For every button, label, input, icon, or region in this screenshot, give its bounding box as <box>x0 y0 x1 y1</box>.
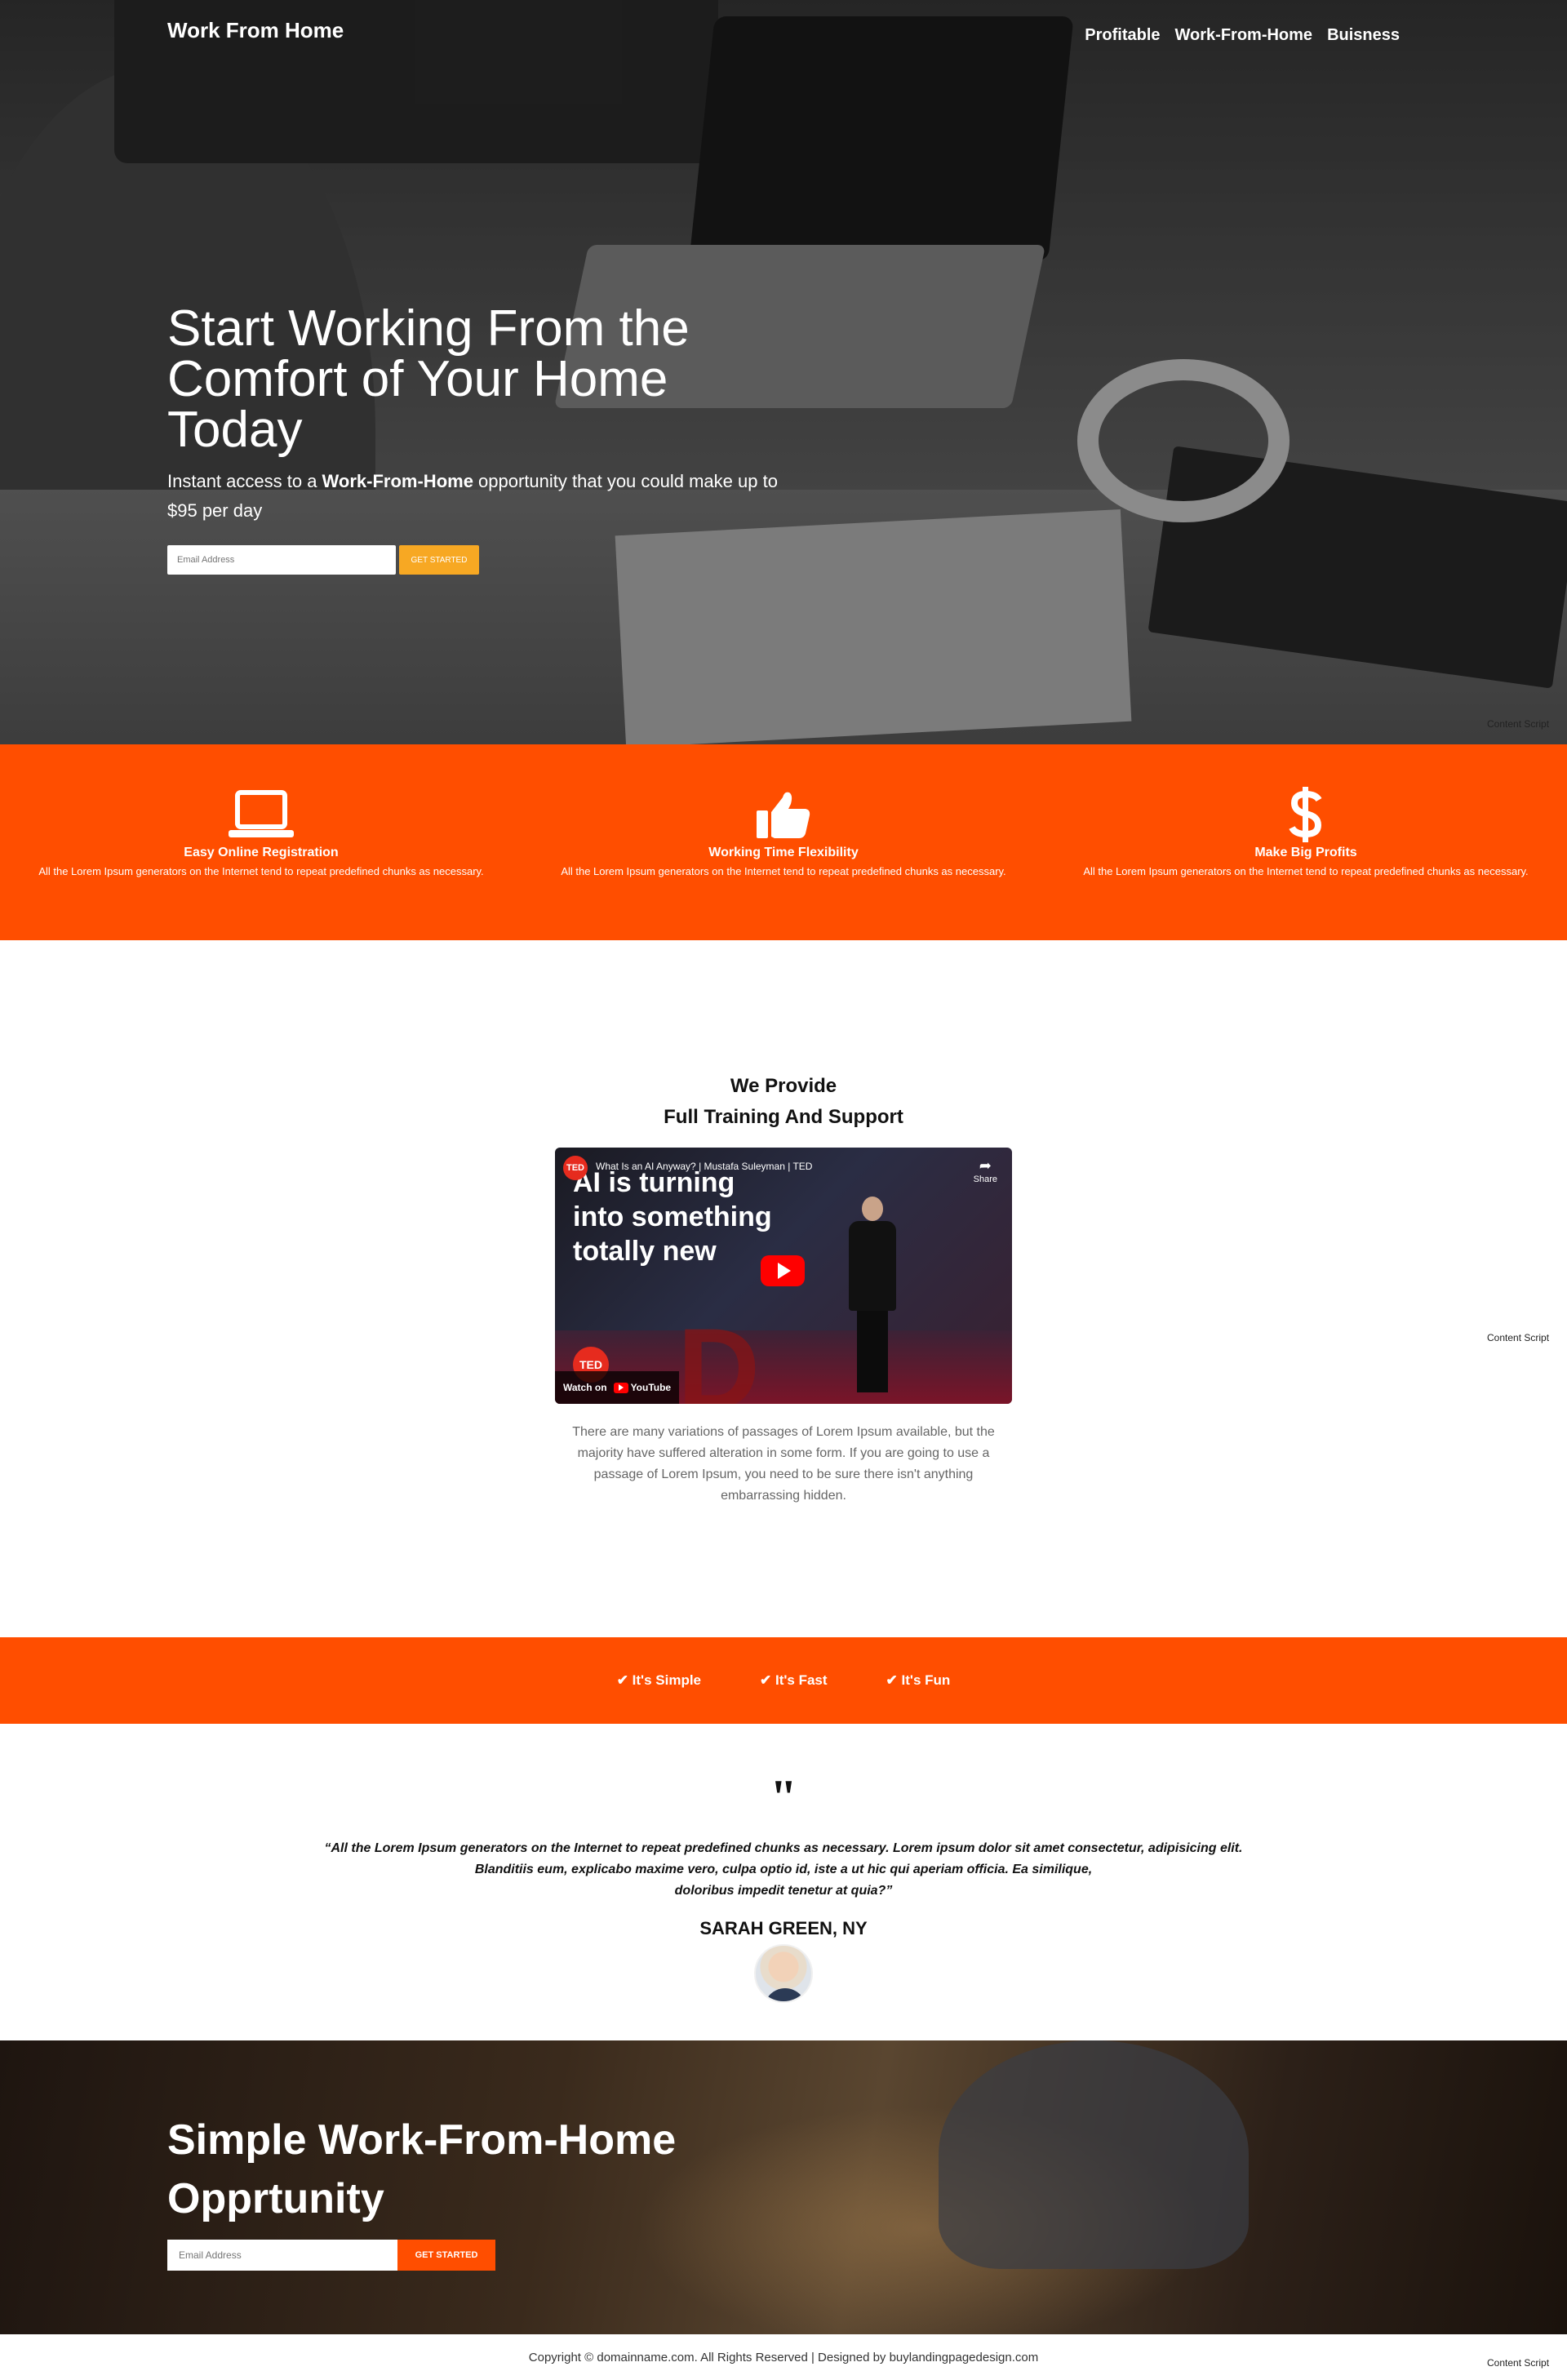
main-nav: Profitable Work-From-Home Buisness <box>1085 26 1400 45</box>
youtube-logo: YouTube <box>613 1382 672 1393</box>
provide-description: There are many variations of passages of… <box>572 1425 995 1503</box>
cta-email-input[interactable] <box>167 2240 397 2271</box>
hero-subtitle-pre: Instant access to a <box>167 471 322 491</box>
share-button[interactable]: ➦ Share <box>974 1157 997 1184</box>
hero-content: Start Working From the Comfort of Your H… <box>167 304 788 575</box>
provide-title: We Provide Full Training And Support <box>0 1071 1567 1133</box>
share-icon: ➦ <box>979 1157 992 1174</box>
footer-copyright: Copyright © domainname.com. All Rights R… <box>528 2350 1039 2364</box>
nav-link-buisness[interactable]: Buisness <box>1327 26 1400 45</box>
benefit-fast: ✔ It's Fast <box>760 1672 828 1688</box>
testimonial-line: “All the Lorem Ipsum generators on the I… <box>324 1841 1243 1855</box>
feature-text: All the Lorem Ipsum generators on the In… <box>38 865 484 877</box>
feature-item: Easy Online Registration All the Lorem I… <box>0 744 522 940</box>
share-label: Share <box>973 1174 997 1184</box>
content-script-label: Content Script <box>1487 2357 1550 2369</box>
feature-item: Working Time Flexibility All the Lorem I… <box>522 744 1045 940</box>
video-ted-backdrop: D <box>677 1304 761 1404</box>
hero-subtitle-bold: Work-From-Home <box>322 471 473 491</box>
feature-title: Easy Online Registration <box>184 846 339 859</box>
site-logo[interactable]: Work From Home <box>167 18 344 43</box>
video-title[interactable]: What Is an AI Anyway? | Mustafa Suleyman… <box>596 1161 812 1172</box>
content-script-label: Content Script <box>1487 1332 1550 1343</box>
hero-title: Start Working From the Comfort of Your H… <box>167 300 690 458</box>
benefit-fun: ✔ It's Fun <box>886 1672 951 1688</box>
hero-get-started-button[interactable]: GET STARTED <box>399 545 479 575</box>
testimonial-author: SARAH GREEN, NY <box>699 1918 868 1938</box>
provide-title-line2: Full Training And Support <box>664 1106 903 1128</box>
video-speaker <box>849 1197 896 1401</box>
cta-get-started-button[interactable]: GET STARTED <box>397 2240 495 2271</box>
cta-background-person <box>939 2040 1249 2269</box>
thumbs-up-icon <box>755 787 812 842</box>
testimonial-line: Blanditiis eum, explicabo maxime vero, c… <box>474 1863 1093 1876</box>
video-overlay-line: totally new <box>573 1236 717 1267</box>
features-section: Easy Online Registration All the Lorem I… <box>0 744 1567 940</box>
hero-email-input[interactable] <box>167 545 396 575</box>
feature-item: Make Big Profits All the Lorem Ipsum gen… <box>1045 744 1567 940</box>
play-button[interactable] <box>761 1255 805 1286</box>
feature-title: Make Big Profits <box>1254 846 1357 859</box>
ted-channel-icon[interactable]: TED <box>563 1156 588 1180</box>
cta-signup-form: GET STARTED <box>167 2240 495 2271</box>
youtube-icon <box>613 1382 628 1393</box>
feature-title: Working Time Flexibility <box>708 846 859 859</box>
video-overlay-line: into something <box>573 1201 772 1232</box>
benefit-simple: ✔ It's Simple <box>616 1672 702 1688</box>
hero-signup-form: GET STARTED <box>167 545 788 575</box>
laptop-icon <box>227 787 295 842</box>
watch-on-youtube-button[interactable]: Watch on YouTube <box>555 1371 680 1404</box>
nav-link-profitable[interactable]: Profitable <box>1085 26 1160 45</box>
content-script-label: Content Script <box>1487 718 1550 730</box>
feature-text: All the Lorem Ipsum generators on the In… <box>561 865 1006 877</box>
footer: Copyright © domainname.com. All Rights R… <box>0 2334 1567 2380</box>
hero-subtitle: Instant access to a Work-From-Home oppor… <box>167 467 788 526</box>
feature-text: All the Lorem Ipsum generators on the In… <box>1083 865 1529 877</box>
video-overlay-text: AI is turning into something totally new <box>573 1161 772 1268</box>
watch-on-label: Watch on <box>563 1382 607 1393</box>
provide-title-line1: We Provide <box>730 1075 837 1097</box>
avatar <box>754 1944 813 2003</box>
cta-title: Simple Work-From-Home Opprtunity <box>167 2116 677 2222</box>
quote-icon: " <box>770 1770 797 1824</box>
dollar-icon <box>1288 787 1324 842</box>
testimonial-line: doloribus impedit tenetur at quia?” <box>674 1884 893 1898</box>
youtube-label: YouTube <box>630 1382 672 1393</box>
benefits-bar: ✔ It's Simple ✔ It's Fast ✔ It's Fun <box>0 1637 1567 1724</box>
nav-link-work-from-home[interactable]: Work-From-Home <box>1175 26 1313 45</box>
testimonial-quote: “All the Lorem Ipsum generators on the I… <box>253 1838 1314 1902</box>
video-embed[interactable]: D AI is turning into something totally n… <box>555 1148 1012 1404</box>
